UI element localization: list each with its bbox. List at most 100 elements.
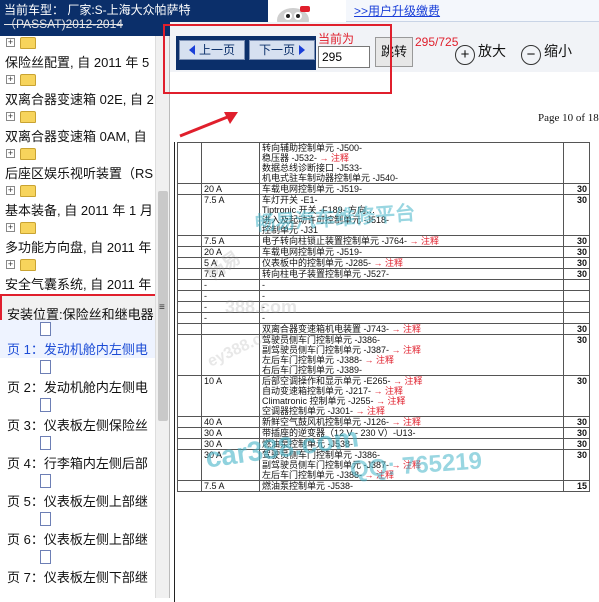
desc-text: 车载电网控制单元 -J519- (262, 247, 363, 257)
folder-icon (20, 148, 36, 160)
note-link[interactable]: → 注释 (365, 470, 395, 480)
desc-text: 副驾驶员侧车门控制单元 -J387- (262, 345, 392, 355)
tree-item[interactable]: + 多功能方向盘, 自 2011 年 (0, 221, 155, 257)
expand-icon[interactable]: + (6, 149, 15, 158)
toolbar-highlight-box (163, 24, 392, 94)
fuse-amp-cell: 7.5 A (201, 194, 260, 236)
fuse-position-cell (177, 312, 202, 324)
desc-line: 燃油泵控制单元 -J538- (262, 481, 561, 491)
tree-item[interactable]: + 双离合器变速箱 0AM, 自 (0, 110, 155, 146)
tree-item[interactable]: + 安全气囊系统, 自 2011 年 (0, 258, 155, 294)
desc-text: - (262, 313, 265, 323)
note-link[interactable]: → 注释 (392, 345, 422, 355)
expand-icon[interactable]: + (6, 112, 15, 121)
folder-icon (20, 37, 36, 49)
fuse-desc-cell: - (259, 301, 564, 313)
zoom-in-label: 放大 (478, 43, 506, 59)
tree-item-label: 基本装备, 自 2011 年 1 月 (5, 203, 153, 218)
zoom-out-button[interactable]: − 缩小 (521, 38, 572, 65)
tree-scrollbar[interactable]: ≡ (155, 36, 169, 598)
tree-item[interactable]: + 双离合器变速箱 02E, 自 2 (0, 73, 155, 109)
fuse-amp-cell (201, 334, 260, 376)
fuse-position-cell (177, 449, 202, 481)
tree-page-item[interactable]: 页 2：发动机舱内左侧电 (0, 358, 155, 396)
desc-text: 燃油泵控制单元 -J538- (262, 481, 354, 491)
fuse-desc-cell: 车载电网控制单元 -J519- (259, 246, 564, 258)
fuse-desc-cell: - (259, 279, 564, 291)
note-link[interactable]: → 注释 (374, 258, 404, 268)
desc-text: 控制单元 -J31 (262, 225, 319, 235)
desc-text: 左后车门控制单元 -J388- (262, 470, 365, 480)
tree-page-item[interactable]: 页 7：仪表板左侧下部继 (0, 548, 155, 586)
zoom-in-button[interactable]: + 放大 (455, 38, 506, 65)
note-link[interactable]: → 注释 (392, 460, 422, 470)
tree-item[interactable]: + 保险丝配置, 自 2011 年 5 (0, 36, 155, 72)
tree-item[interactable]: + 后座区娱乐视听装置（RS (0, 147, 155, 183)
table-row: -- (177, 312, 590, 324)
tree-page-item[interactable]: 页 5：仪表板左侧上部继 (0, 472, 155, 510)
desc-line: 转向柱电子装置控制单元 -J527- (262, 269, 561, 279)
page-doc-icon (40, 322, 51, 336)
fuse-desc-cell: 带插座的逆变器（12 V - 230 V）-U13- (259, 427, 564, 439)
note-link[interactable]: → 注释 (365, 355, 395, 365)
desc-line: Climatronic 控制单元 -J255- → 注释 (262, 396, 561, 406)
fuse-position-cell (177, 290, 202, 302)
fuse-desc-cell: - (259, 290, 564, 302)
tree-page-item[interactable]: 页 4：行李箱内左侧后部 (0, 434, 155, 472)
expand-icon[interactable]: + (6, 223, 15, 232)
note-link[interactable]: → 注释 (320, 153, 350, 163)
desc-line: 自动变速箱控制单元 -J217- → 注释 (262, 386, 561, 396)
tree-item[interactable]: + 基本装备, 自 2011 年 1 月 (0, 184, 155, 220)
expand-icon[interactable]: + (6, 38, 15, 47)
desc-text: 车载电网控制单元 -J519- (262, 184, 363, 194)
fuse-terminal-cell: 30 (563, 375, 590, 417)
tree-page-label: 页 4：行李箱内左侧后部 (7, 456, 148, 471)
tree-page-item[interactable]: 页 6：仪表板左侧上部继 (0, 510, 155, 548)
tree-item-label: 双离合器变速箱 02E, 自 2 (5, 92, 154, 107)
tree-item-label: 后座区娱乐视听装置（RS (5, 166, 154, 181)
note-link[interactable]: → 注释 (392, 324, 422, 334)
fuse-desc-cell: 驾驶员侧车门控制单元 -J386- 副驾驶员侧车门控制单元 -J387- → 注释… (259, 334, 564, 376)
table-row: 20 A 车载电网控制单元 -J519- 30 (177, 183, 590, 195)
table-row: 转向辅助控制单元 -J500- 稳压器 -J532- → 注释 数据总线诊断接口 -… (177, 142, 590, 184)
fuse-terminal-cell (563, 279, 590, 291)
desc-text: 仪表板中的控制单元 -J285- (262, 258, 374, 268)
page-doc-icon (40, 550, 51, 564)
page-doc-icon (40, 398, 51, 412)
note-link[interactable]: → 注释 (392, 417, 422, 427)
desc-line: 驾驶员侧车门控制单元 -J386- (262, 450, 561, 460)
note-link[interactable]: → 注释 (374, 386, 404, 396)
fuse-terminal-cell: 30 (563, 246, 590, 258)
tree-page-label: 页 6：仪表板左侧上部继 (7, 532, 148, 547)
fuse-position-cell (177, 194, 202, 236)
expand-icon[interactable]: + (6, 75, 15, 84)
note-link[interactable]: → 注释 (356, 406, 386, 416)
desc-line: 右后车门控制单元 -J389- (262, 365, 561, 375)
table-row: 7.5 A 电子转向柱锁止装置控制单元 -J764- → 注释 30 (177, 235, 590, 247)
fuse-amp-cell: 30 A (201, 438, 260, 450)
upgrade-payment-link[interactable]: >>用户升级缴费 (346, 0, 599, 22)
fuse-position-cell (177, 257, 202, 269)
note-link[interactable]: → 注释 (410, 236, 440, 246)
desc-text: 双离合器变速箱机电装置 -J743- (262, 324, 392, 334)
fuse-amp-cell: 20 A (201, 246, 260, 258)
tree-page-item[interactable]: 页 1：发动机舱内左侧电 (0, 320, 155, 358)
tree-page-label: 页 7：仪表板左侧下部继 (7, 570, 148, 585)
note-link[interactable]: → 注释 (376, 396, 406, 406)
desc-line: - (262, 280, 561, 290)
desc-text: 燃油泵控制单元 -J538- (262, 439, 354, 449)
fuse-position-cell (177, 323, 202, 335)
fuse-position-cell (177, 235, 202, 247)
expand-icon[interactable]: + (6, 186, 15, 195)
fuse-amp-cell: - (201, 279, 260, 291)
fuse-terminal-cell: 30 (563, 268, 590, 280)
fuse-terminal-cell (563, 312, 590, 324)
fuse-amp-cell: 7.5 A (201, 235, 260, 247)
tree-page-item[interactable]: 页 3：仪表板左侧保险丝 (0, 396, 155, 434)
desc-line: 机电式驻车制动器控制单元 -J540- (262, 173, 561, 183)
expand-icon[interactable]: + (6, 260, 15, 269)
desc-line: - (262, 313, 561, 323)
table-row: 7.5 A 燃油泵控制单元 -J538- 15 (177, 480, 590, 492)
desc-text: 数据总线诊断接口 -J533- (262, 163, 363, 173)
note-link[interactable]: → 注释 (393, 376, 423, 386)
